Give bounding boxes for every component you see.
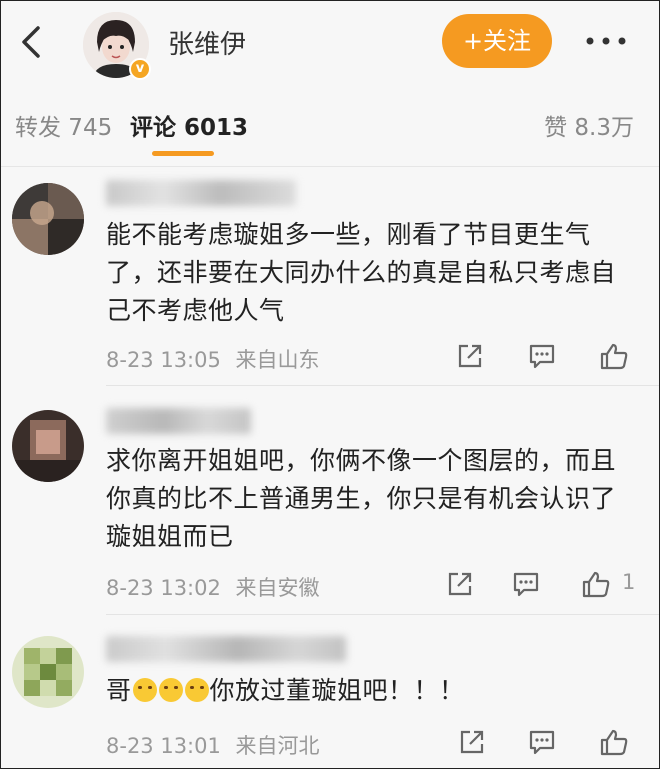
- comment-divider: [106, 385, 660, 386]
- comment-divider: [106, 614, 660, 615]
- crying-emoji-icon: [158, 678, 183, 702]
- active-tab-indicator: [152, 151, 214, 156]
- blurred-avatar-icon: [12, 410, 84, 482]
- comment-icon: [513, 572, 539, 597]
- comment-time: 8-23 13:05: [106, 348, 221, 372]
- comment-meta: 8-23 13:01 来自河北: [106, 730, 320, 760]
- thumbs-up-icon: [600, 729, 628, 756]
- comment-icon: [529, 730, 555, 755]
- more-dots-icon: [586, 37, 626, 45]
- comment-text: 能不能考虑璇姐多一些，刚看了节目更生气了，还非要在大同办什么的真是自私只考虑自己…: [106, 220, 617, 325]
- commenter-avatar[interactable]: [12, 183, 84, 255]
- comment-text-before: 哥: [106, 676, 132, 705]
- comment-location: 来自山东: [235, 348, 320, 372]
- comment-location: 来自河北: [235, 734, 320, 758]
- commenter-avatar[interactable]: [12, 636, 84, 708]
- thumbs-up-icon: [582, 571, 610, 598]
- blurred-avatar-icon: [12, 183, 84, 255]
- comment-meta: 8-23 13:02 来自安徽: [106, 572, 320, 602]
- reply-button[interactable]: [522, 722, 562, 762]
- like-button[interactable]: [594, 722, 634, 762]
- comment-time: 8-23 13:01: [106, 734, 221, 758]
- tab-comments[interactable]: 评论 6013: [130, 108, 248, 142]
- comment-actions: [440, 722, 650, 762]
- blurred-avatar-icon: [12, 636, 84, 708]
- comment-text: 求你离开姐姐吧，你俩不像一个图层的，而且你真的比不上普通男生，你只是有机会认识了…: [106, 446, 617, 551]
- back-arrow-icon: [22, 26, 40, 58]
- comment-meta: 8-23 13:05 来自山东: [106, 344, 320, 374]
- share-icon: [448, 572, 472, 596]
- share-icon: [460, 730, 484, 754]
- comment-item: 求你离开姐姐吧，你俩不像一个图层的，而且你真的比不上普通男生，你只是有机会认识了…: [0, 400, 660, 616]
- like-button[interactable]: [576, 564, 616, 604]
- share-icon: [458, 344, 482, 368]
- back-button[interactable]: [12, 22, 52, 62]
- verified-badge-icon: v: [129, 58, 151, 80]
- more-button[interactable]: [584, 26, 628, 56]
- comment-text-after: 你放过董璇姐吧！！！: [209, 676, 465, 705]
- commenter-avatar[interactable]: [12, 410, 84, 482]
- commenter-name-redacted[interactable]: [106, 180, 296, 206]
- tab-bar: 转发 745 评论 6013 赞 8.3万: [0, 95, 660, 165]
- comment-item: 能不能考虑璇姐多一些，刚看了节目更生气了，还非要在大同办什么的真是自私只考虑自己…: [0, 176, 660, 386]
- commenter-name-redacted[interactable]: [106, 636, 346, 662]
- comment-actions: 1: [440, 564, 650, 604]
- profile-header: v 张维伊 +关注: [0, 0, 660, 90]
- comment-actions: [440, 336, 650, 376]
- like-button[interactable]: [594, 336, 634, 376]
- crying-emoji-icon: [132, 678, 157, 702]
- share-button[interactable]: [452, 722, 492, 762]
- crying-emoji-icon: [184, 678, 209, 702]
- tab-repost[interactable]: 转发 745: [15, 108, 112, 142]
- follow-button[interactable]: +关注: [442, 14, 552, 68]
- reply-button[interactable]: [506, 564, 546, 604]
- username[interactable]: 张维伊: [168, 24, 246, 61]
- profile-avatar[interactable]: v: [83, 12, 151, 80]
- commenter-name-redacted[interactable]: [106, 408, 251, 434]
- comment-item: 哥 你放过董璇姐吧！！！ 8-23 13:01 来自河北: [0, 628, 660, 769]
- tabs-divider: [0, 166, 660, 167]
- comment-location: 来自安徽: [235, 576, 320, 600]
- share-button[interactable]: [440, 564, 480, 604]
- thumbs-up-icon: [600, 343, 628, 370]
- comment-text: 哥 你放过董璇姐吧！！！: [106, 672, 638, 710]
- like-count: 1: [622, 570, 636, 594]
- comment-time: 8-23 13:02: [106, 576, 221, 600]
- reply-button[interactable]: [522, 336, 562, 376]
- tab-likes[interactable]: 赞 8.3万: [544, 108, 634, 142]
- share-button[interactable]: [450, 336, 490, 376]
- comment-icon: [529, 344, 555, 369]
